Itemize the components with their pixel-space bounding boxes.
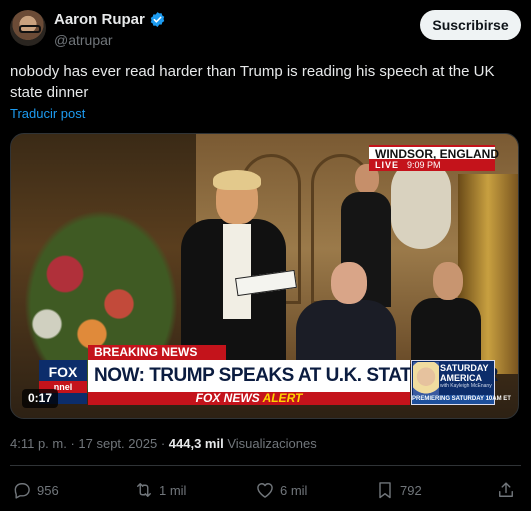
verified-badge-icon	[150, 12, 165, 27]
video-scene-seated-guest	[411, 262, 481, 378]
reply-button[interactable]: 956	[12, 478, 59, 502]
repost-button[interactable]: 1 mil	[134, 478, 186, 502]
video-scene-seated-guest	[291, 262, 396, 380]
broadcast-location-bug: WINDSOR, ENGLAND LIVE 9:09 PM	[369, 145, 499, 171]
video-timecode: 0:17	[22, 389, 59, 408]
avatar[interactable]	[10, 10, 46, 46]
post-meta: 4:11 p. m. · 17 sept. 2025 · 444,3 mil V…	[10, 436, 317, 451]
repost-icon	[137, 483, 151, 497]
broadcast-headline: NOW: TRUMP SPEAKS AT U.K. STATE DINNER	[88, 360, 498, 392]
subscribe-button[interactable]: Suscribirse	[420, 10, 521, 40]
post-text: nobody has ever read harder than Trump i…	[10, 63, 495, 101]
promo-title-line2: AMERICA	[440, 373, 482, 383]
alert-brand: FOX NEWS	[195, 391, 260, 405]
video-scene-bust	[391, 159, 451, 249]
post-timestamp[interactable]: 4:11 p. m. · 17 sept. 2025	[10, 436, 157, 451]
promo-footer: PREMIERING SATURDAY 10AM ET	[412, 395, 511, 404]
video-player[interactable]: WINDSOR, ENGLAND LIVE 9:09 PM BREAKING N…	[10, 133, 519, 419]
share-icon	[499, 482, 513, 497]
author-block: Aaron Rupar @atrupar	[54, 11, 166, 48]
like-count: 6 mil	[280, 482, 308, 498]
reply-count: 956	[37, 482, 59, 498]
bookmark-count: 792	[400, 482, 422, 498]
broadcast-live-label: LIVE	[375, 160, 400, 170]
like-button[interactable]: 6 mil	[255, 478, 307, 502]
fox-news-alert-bar: FOX NEWS ALERT	[88, 392, 410, 405]
breaking-news-banner: BREAKING NEWS	[88, 345, 226, 360]
author-display-name[interactable]: Aaron Rupar	[54, 11, 145, 28]
broadcast-location: WINDSOR, ENGLAND	[369, 145, 499, 161]
video-scene-speaker	[171, 170, 297, 379]
reply-icon	[14, 483, 30, 499]
broadcast-time: 9:09 PM	[407, 160, 441, 170]
bookmark-button[interactable]: 792	[375, 478, 422, 502]
post-header: Aaron Rupar @atrupar Suscribirse	[10, 9, 521, 49]
bookmark-icon	[379, 482, 391, 499]
share-button[interactable]	[496, 478, 516, 502]
meta-separator: ·	[160, 436, 166, 451]
promo-host: with Kayleigh McEnany	[440, 383, 492, 389]
views-count: 444,3 mil	[168, 436, 224, 451]
translate-post-link[interactable]: Traducir post	[10, 106, 85, 121]
views-label: Visualizaciones	[227, 436, 317, 451]
author-handle[interactable]: @atrupar	[54, 32, 166, 48]
alert-word: ALERT	[262, 391, 303, 405]
show-promo: SATURDAY AMERICA with Kayleigh McEnany P…	[411, 360, 511, 405]
action-bar: 956 1 mil 6 mil 792	[10, 478, 521, 502]
heart-icon	[257, 483, 273, 498]
divider	[10, 465, 521, 466]
fox-logo-text: FOX	[48, 364, 78, 380]
repost-count: 1 mil	[159, 482, 187, 498]
author-name-row[interactable]: Aaron Rupar	[54, 11, 166, 28]
promo-title-line1: SATURDAY	[440, 363, 489, 373]
